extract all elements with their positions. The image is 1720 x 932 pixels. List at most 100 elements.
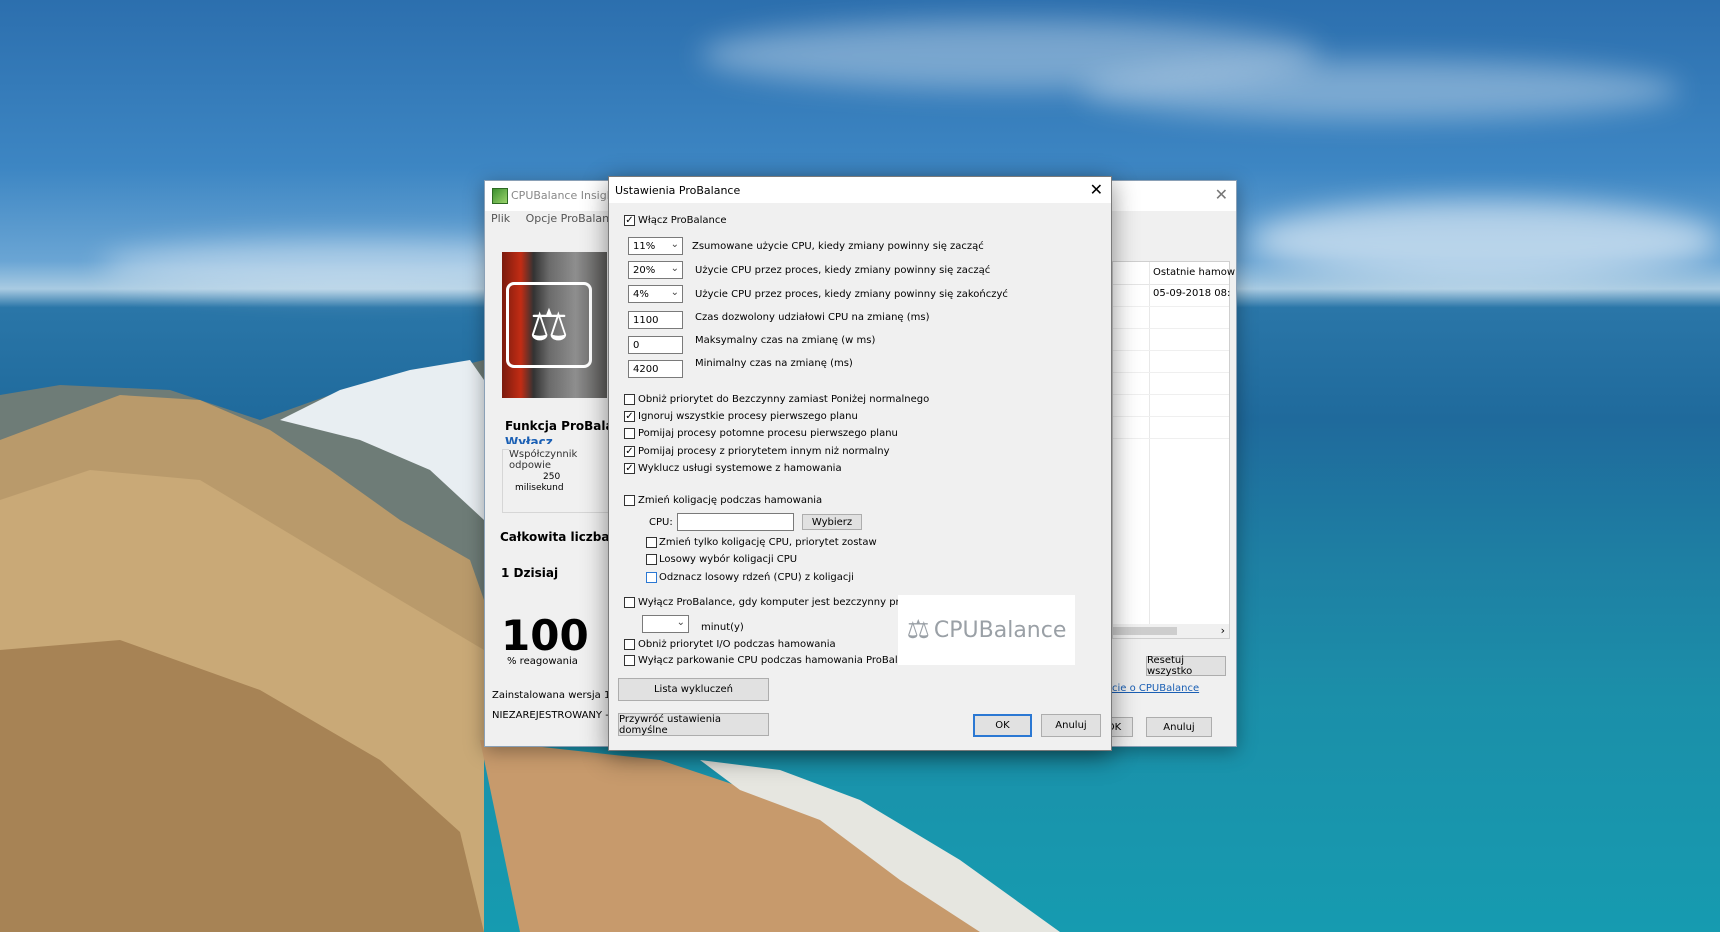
- skip-child-processes-label: Pomijaj procesy potomne procesu pierwsze…: [638, 428, 898, 439]
- row-divider: [1113, 372, 1229, 373]
- scrollbar-thumb[interactable]: [1113, 627, 1177, 635]
- change-affinity-label: Zmień koligację podczas hamowania: [638, 495, 823, 506]
- combo-value: 20%: [633, 265, 656, 276]
- row-divider: [1113, 350, 1229, 351]
- close-icon[interactable]: ✕: [1215, 185, 1228, 204]
- restore-defaults-button[interactable]: Przywróć ustawienia domyślne: [618, 713, 769, 736]
- scale-icon: ⚖: [506, 282, 592, 368]
- cpu-affinity-input[interactable]: [677, 513, 794, 531]
- input-value: 1100: [633, 315, 659, 326]
- column-last-restraint[interactable]: Ostatnie hamow: [1153, 267, 1235, 278]
- menu-file[interactable]: Plik: [491, 212, 510, 225]
- ignore-foreground-label: Ignoruj wszystkie procesy pierwszego pla…: [638, 411, 858, 422]
- max-change-time-label: Maksymalny czas na zmianę (w ms): [695, 335, 876, 346]
- random-affinity-checkbox[interactable]: [646, 554, 657, 565]
- change-affinity-checkbox[interactable]: [624, 495, 635, 506]
- min-change-time-input[interactable]: 4200: [628, 360, 683, 378]
- cancel-button[interactable]: Anuluj: [1041, 714, 1101, 737]
- ignore-foreground-checkbox[interactable]: ✓: [624, 411, 635, 422]
- restraint-history-table: Ostatnie hamow 05-09-2018 08: ›: [1112, 261, 1235, 639]
- chevron-down-icon: ⌄: [676, 617, 685, 628]
- value-unit: milisekund: [515, 483, 564, 493]
- about-cpubalance-link[interactable]: cie o CPUBalance: [1112, 683, 1199, 694]
- responsiveness-value: 100: [501, 611, 589, 660]
- enable-probalance-label: Włącz ProBalance: [638, 215, 727, 226]
- group-label: Współczynnik odpowie: [509, 449, 613, 471]
- exclusions-list-button[interactable]: Lista wykluczeń: [618, 678, 769, 701]
- disable-cpu-parking-checkbox[interactable]: [624, 655, 635, 666]
- lower-io-priority-label: Obniż priorytet I/O podczas hamowania: [638, 639, 836, 650]
- value-250: 250: [543, 472, 561, 482]
- dialog-titlebar: Ustawienia ProBalance ✕: [609, 177, 1111, 203]
- total-cpu-threshold-label: Zsumowane użycie CPU, kiedy zmiany powin…: [692, 241, 984, 252]
- process-cpu-start-label: Użycie CPU przez proces, kiedy zmiany po…: [695, 265, 991, 276]
- row-divider: [1113, 306, 1229, 307]
- back-cancel-button[interactable]: Anuluj: [1146, 717, 1212, 737]
- process-cpu-end-combo[interactable]: 4% ⌄: [628, 285, 683, 303]
- combo-value: 4%: [633, 289, 649, 300]
- total-cpu-threshold-combo[interactable]: 11% ⌄: [628, 237, 683, 255]
- reset-all-button[interactable]: Resetuj wszystko: [1146, 655, 1226, 677]
- lower-to-idle-label: Obniż priorytet do Bezczynny zamiast Pon…: [638, 394, 930, 405]
- idle-minutes-combo[interactable]: ⌄: [642, 615, 689, 633]
- lower-io-priority-checkbox[interactable]: [624, 639, 635, 650]
- disable-when-idle-checkbox[interactable]: [624, 597, 635, 608]
- affinity-only-label: Zmień tylko koligację CPU, priorytet zos…: [659, 537, 877, 548]
- registration-status: NIEZAREJESTROWANY - A: [492, 710, 619, 721]
- lower-to-idle-checkbox[interactable]: [624, 394, 635, 405]
- skip-non-normal-priority-label: Pomijaj procesy z priorytetem innym niż …: [638, 446, 890, 457]
- scale-icon: ⚖: [906, 615, 930, 645]
- random-core-deselect-label: Odznacz losowy rdzeń (CPU) z koligacji: [659, 572, 854, 583]
- skip-non-normal-priority-checkbox[interactable]: ✓: [624, 446, 635, 457]
- enable-probalance-checkbox[interactable]: ✓: [624, 215, 635, 226]
- ok-button[interactable]: OK: [973, 714, 1032, 737]
- input-value: 0: [633, 340, 640, 351]
- chevron-down-icon: ⌄: [670, 263, 679, 274]
- input-value: 4200: [633, 364, 659, 375]
- row-divider: [1113, 394, 1229, 395]
- responsiveness-caption: % reagowania: [507, 656, 578, 667]
- cpu-share-time-input[interactable]: 1100: [628, 311, 683, 329]
- dialog-title: Ustawienia ProBalance: [615, 184, 741, 197]
- close-icon[interactable]: ✕: [1090, 180, 1103, 199]
- row-divider: [1113, 438, 1229, 439]
- response-factor-group: Współczynnik odpowie 250 milisekund: [502, 449, 614, 513]
- choose-cpu-button[interactable]: Wybierz: [802, 514, 862, 530]
- app-icon: [492, 188, 508, 204]
- cpu-share-time-label: Czas dozwolony udziałowi CPU na zmianę (…: [695, 312, 930, 323]
- row-divider: [1113, 328, 1229, 329]
- table-row[interactable]: 05-09-2018 08:: [1153, 288, 1230, 299]
- horizontal-scrollbar[interactable]: ›: [1113, 624, 1229, 638]
- window-title: CPUBalance Insights: [511, 189, 624, 202]
- unregistered-text: NIEZAREJESTROWANY -: [492, 710, 612, 721]
- today-label: 1 Dzisiaj: [501, 566, 559, 580]
- total-count-label: Całkowita liczba h: [500, 530, 623, 544]
- scroll-right-icon[interactable]: ›: [1221, 624, 1225, 637]
- process-cpu-start-combo[interactable]: 20% ⌄: [628, 261, 683, 279]
- probalance-section-title: Funkcja ProBalan: [505, 419, 623, 433]
- random-core-deselect-checkbox[interactable]: [646, 572, 657, 583]
- probalance-settings-dialog: Ustawienia ProBalance ✕ ✓ Włącz ProBalan…: [608, 176, 1112, 751]
- probalance-logo: ⚖: [502, 252, 607, 398]
- random-affinity-label: Losowy wybór koligacji CPU: [659, 554, 798, 565]
- disable-when-idle-label: Wyłącz ProBalance, gdy komputer jest bez…: [638, 597, 920, 608]
- column-divider: [1149, 262, 1150, 624]
- cpu-label: CPU:: [649, 517, 673, 528]
- min-change-time-label: Minimalny czas na zmianę (ms): [695, 358, 853, 369]
- exclude-system-services-checkbox[interactable]: ✓: [624, 463, 635, 474]
- disable-cpu-parking-label: Wyłącz parkowanie CPU podczas hamowania …: [638, 655, 922, 666]
- minutes-label: minut(y): [701, 622, 744, 633]
- toggle-probalance-link[interactable]: Wyłącz: [505, 435, 553, 444]
- exclude-system-services-label: Wyklucz usługi systemowe z hamowania: [638, 463, 842, 474]
- chevron-down-icon: ⌄: [670, 239, 679, 250]
- max-change-time-input[interactable]: 0: [628, 336, 683, 354]
- cpubalance-brand-logo: ⚖ CPUBalance: [898, 595, 1075, 665]
- chevron-down-icon: ⌄: [670, 287, 679, 298]
- affinity-only-checkbox[interactable]: [646, 537, 657, 548]
- process-cpu-end-label: Użycie CPU przez proces, kiedy zmiany po…: [695, 289, 1008, 300]
- table-header: Ostatnie hamow: [1113, 262, 1235, 285]
- skip-child-processes-checkbox[interactable]: [624, 428, 635, 439]
- combo-value: 11%: [633, 241, 656, 252]
- row-divider: [1113, 416, 1229, 417]
- brand-text: CPUBalance: [933, 617, 1067, 643]
